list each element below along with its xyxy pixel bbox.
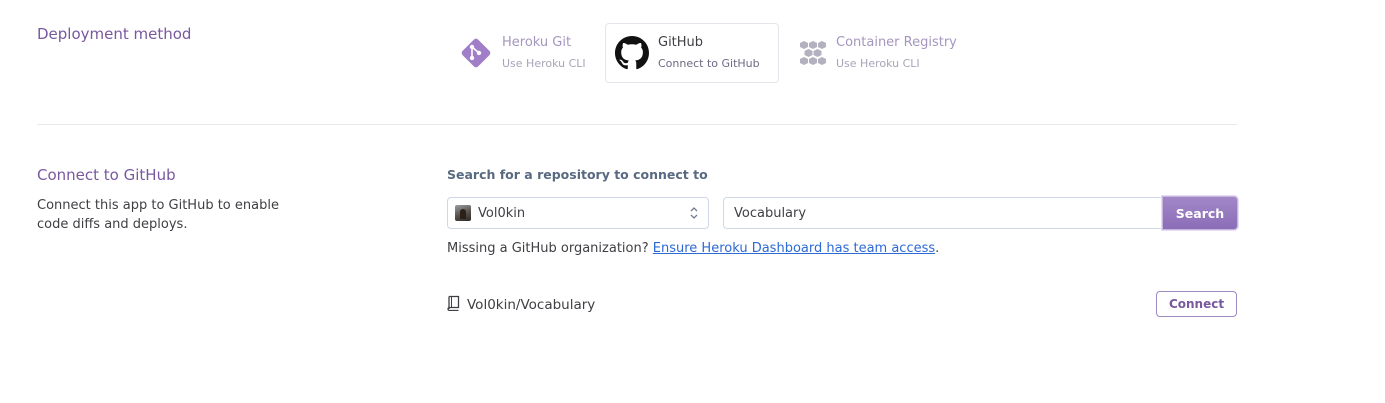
method-sub: Use Heroku CLI	[836, 57, 920, 70]
github-icon	[614, 35, 650, 71]
missing-org-text: Missing a GitHub organization?	[447, 241, 653, 256]
owner-select-value: Vol0kin	[478, 205, 526, 221]
method-name: Container Registry	[836, 35, 957, 50]
missing-org-suffix: .	[935, 241, 940, 256]
repo-icon	[447, 295, 461, 315]
search-repo-label: Search for a repository to connect to	[447, 167, 708, 182]
container-icon	[794, 35, 830, 71]
repo-result-row: Vol0kin/Vocabulary	[447, 295, 595, 315]
repo-result-name: Vol0kin/Vocabulary	[467, 297, 596, 313]
connect-button[interactable]: Connect	[1156, 291, 1237, 317]
repo-search-input[interactable]	[723, 197, 1165, 229]
method-sub: Connect to GitHub	[658, 57, 760, 70]
method-name: GitHub	[658, 35, 704, 50]
select-chevron-icon	[690, 206, 698, 220]
method-heroku-git[interactable]: Heroku Git Use Heroku CLI	[447, 23, 597, 83]
missing-org-note: Missing a GitHub organization? Ensure He…	[447, 241, 939, 256]
team-access-link[interactable]: Ensure Heroku Dashboard has team access	[653, 241, 935, 256]
method-container-registry[interactable]: Container Registry Use Heroku CLI	[787, 23, 967, 83]
method-sub: Use Heroku CLI	[502, 57, 586, 70]
search-button[interactable]: Search	[1162, 196, 1238, 230]
connect-description: Connect this app to GitHub to enable cod…	[37, 198, 279, 232]
section-divider	[37, 124, 1237, 125]
method-name: Heroku Git	[502, 35, 572, 50]
connect-github-title: Connect to GitHub	[37, 166, 176, 184]
git-icon	[458, 35, 494, 71]
avatar	[455, 205, 471, 221]
owner-select[interactable]: Vol0kin	[447, 197, 709, 229]
deployment-method-title: Deployment method	[37, 25, 192, 43]
method-github[interactable]: GitHub Connect to GitHub	[605, 23, 779, 83]
